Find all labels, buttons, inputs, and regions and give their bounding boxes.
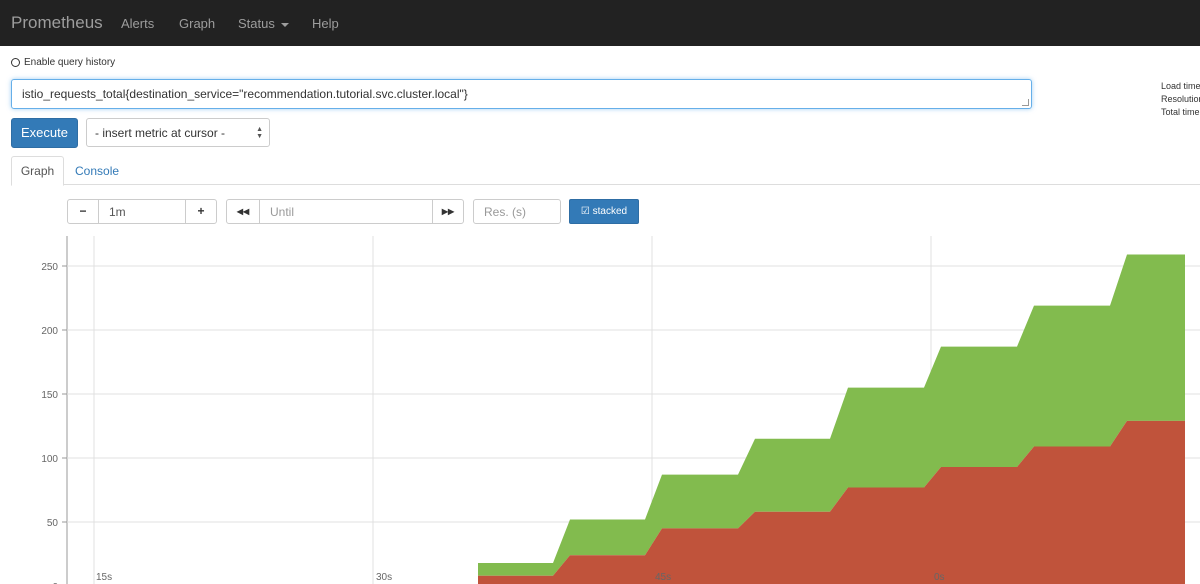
query-stats: Load time Resolution Total time	[1161, 80, 1200, 119]
navbar: Prometheus Alerts Graph Status Help	[0, 0, 1200, 46]
query-history-toggle[interactable]: Enable query history	[11, 57, 115, 68]
query-expression-input[interactable]: istio_requests_total{destination_service…	[11, 79, 1032, 109]
nav-link-graph[interactable]: Graph	[179, 16, 215, 31]
y-tick-label: 250	[41, 262, 58, 273]
radio-icon[interactable]	[11, 58, 20, 67]
nav-link-alerts[interactable]: Alerts	[121, 16, 154, 31]
resolution-input[interactable]: Res. (s)	[473, 199, 561, 224]
stacked-label: stacked	[592, 206, 628, 217]
query-history-label: Enable query history	[24, 57, 116, 68]
tabs-divider	[63, 184, 1200, 185]
checkbox-icon: ☑	[580, 206, 590, 217]
tab-console[interactable]: Console	[75, 164, 119, 178]
nav-link-status-label: Status	[238, 16, 275, 31]
graph-chart: 05010015020025015s30s45s0s	[41, 236, 1200, 584]
time-forward-button[interactable]: ▶▶	[432, 199, 464, 224]
x-tick-label: 45s	[655, 572, 671, 583]
y-tick-label: 100	[41, 454, 58, 465]
stat-resolution: Resolution	[1161, 94, 1200, 104]
y-tick-label: 50	[47, 518, 59, 529]
stat-load-time: Load time	[1161, 81, 1200, 91]
x-tick-label: 0s	[934, 572, 945, 583]
y-tick-label: 200	[41, 326, 58, 337]
metric-select[interactable]: - insert metric at cursor - ▲ ▼	[86, 118, 270, 147]
stacked-toggle-button[interactable]: ☑ stacked	[569, 199, 639, 224]
rewind-icon: ◀◀	[236, 207, 250, 216]
range-increase-button[interactable]: +	[185, 199, 217, 224]
range-decrease-button[interactable]: −	[67, 199, 99, 224]
select-arrows-icon: ▲ ▼	[256, 126, 263, 140]
execute-button[interactable]: Execute	[11, 118, 78, 148]
fast-forward-icon: ▶▶	[441, 207, 455, 216]
resize-handle-icon[interactable]	[1022, 99, 1029, 106]
query-expression-text: istio_requests_total{destination_service…	[22, 87, 468, 101]
y-tick-label: 150	[41, 390, 58, 401]
brand-logo[interactable]: Prometheus	[11, 13, 103, 33]
stat-total-time: Total time	[1161, 107, 1200, 117]
metric-select-value: - insert metric at cursor -	[95, 126, 226, 140]
until-input[interactable]: Until	[259, 199, 433, 224]
time-back-button[interactable]: ◀◀	[226, 199, 260, 224]
chart-areas	[478, 254, 1185, 584]
tab-graph[interactable]: Graph	[11, 156, 64, 186]
x-tick-label: 30s	[376, 572, 392, 583]
range-input[interactable]: 1m	[98, 199, 186, 224]
chevron-down-icon	[280, 22, 289, 27]
x-tick-label: 15s	[96, 572, 112, 583]
nav-dropdown-status[interactable]: Status	[238, 16, 289, 31]
nav-link-help[interactable]: Help	[312, 16, 339, 31]
